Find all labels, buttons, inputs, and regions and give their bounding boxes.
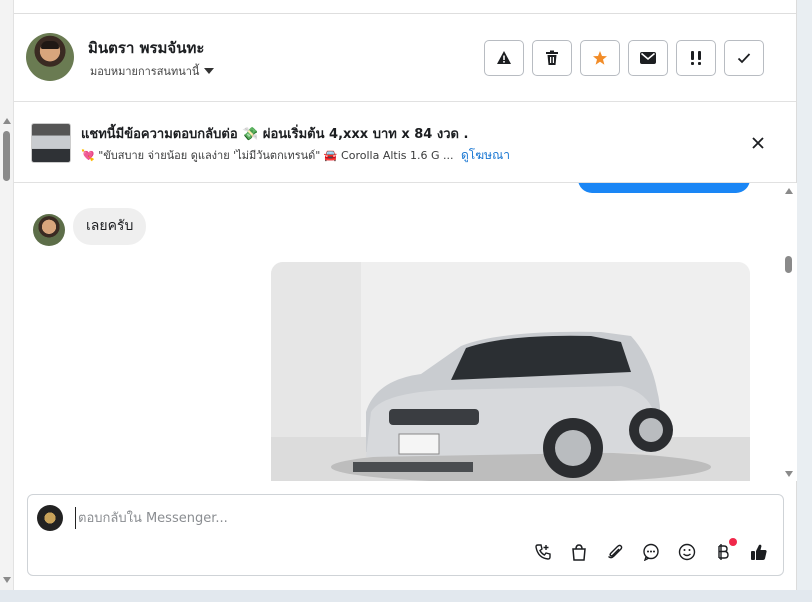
mark-done-button[interactable]	[724, 40, 764, 76]
ad-title: แชทนี้มีข้อความตอบกลับต่อ 💸 ผ่อนเริ่มต้น…	[81, 127, 469, 142]
conversation-panel: มินตรา พรมจันทะ มอบหมายการสนทนานี้ แชทนี…	[14, 0, 797, 590]
contact-avatar-small	[33, 214, 65, 246]
thread-scroll-up-arrow[interactable]	[785, 188, 793, 194]
assign-label: มอบหมายการสนทนานี้	[90, 65, 200, 78]
ad-subtitle-text: 💘 "ขับสบาย จ่ายน้อย ดูแลง่าย 'ไม่มีวันตก…	[81, 149, 454, 162]
message-thread[interactable]: เลยครับ	[14, 183, 797, 481]
contact-name[interactable]: มินตรา พรมจันทะ	[88, 36, 204, 60]
trash-icon	[546, 50, 558, 65]
outgoing-message-bubble	[578, 183, 750, 193]
reply-input[interactable]	[75, 507, 755, 529]
scroll-thumb[interactable]	[3, 131, 10, 181]
incoming-message-bubble: เลยครับ	[73, 208, 147, 245]
assign-conversation-dropdown[interactable]: มอบหมายการสนทนานี้	[90, 62, 215, 80]
car-image-attachment[interactable]	[271, 262, 750, 481]
follow-up-icon	[691, 51, 701, 65]
header-actions	[484, 40, 764, 76]
thread-scrollbar[interactable]	[784, 183, 796, 481]
attach-icon[interactable]	[604, 541, 626, 563]
spam-button[interactable]	[484, 40, 524, 76]
warning-icon	[497, 51, 511, 64]
outer-scrollbar[interactable]	[0, 0, 14, 590]
ad-subtitle: 💘 "ขับสบาย จ่ายน้อย ดูแลง่าย 'ไม่มีวันตก…	[81, 146, 510, 165]
check-icon	[737, 53, 751, 64]
star-icon	[593, 51, 607, 65]
notification-dot	[729, 538, 737, 546]
thread-scroll-down-arrow[interactable]	[785, 471, 793, 477]
thread-scroll-thumb[interactable]	[785, 256, 792, 273]
contact-avatar[interactable]	[26, 33, 74, 81]
car-illustration	[271, 262, 750, 481]
caret-down-icon	[204, 68, 215, 74]
page-avatar	[37, 505, 63, 531]
saved-replies-icon[interactable]	[640, 541, 662, 563]
like-icon[interactable]	[748, 541, 770, 563]
mail-icon	[640, 52, 656, 64]
scroll-up-arrow[interactable]	[3, 118, 11, 124]
star-button[interactable]	[580, 40, 620, 76]
delete-button[interactable]	[532, 40, 572, 76]
bag-icon[interactable]	[568, 541, 590, 563]
ad-thumbnail[interactable]	[31, 123, 71, 163]
composer-toolbar	[532, 538, 770, 563]
conversation-header: มินตรา พรมจันทะ มอบหมายการสนทนานี้	[14, 14, 796, 102]
close-icon[interactable]	[750, 135, 766, 151]
mark-unread-button[interactable]	[628, 40, 668, 76]
bottom-strip	[0, 590, 812, 602]
emoji-icon[interactable]	[676, 541, 698, 563]
view-ad-link[interactable]: ดูโฆษณา	[461, 148, 510, 162]
ad-banner: แชทนี้มีข้อความตอบกลับต่อ 💸 ผ่อนเริ่มต้น…	[14, 103, 796, 183]
call-icon[interactable]	[532, 541, 554, 563]
reply-composer	[27, 494, 784, 576]
follow-up-button[interactable]	[676, 40, 716, 76]
baht-icon[interactable]	[712, 538, 737, 563]
scroll-down-arrow[interactable]	[3, 577, 11, 583]
